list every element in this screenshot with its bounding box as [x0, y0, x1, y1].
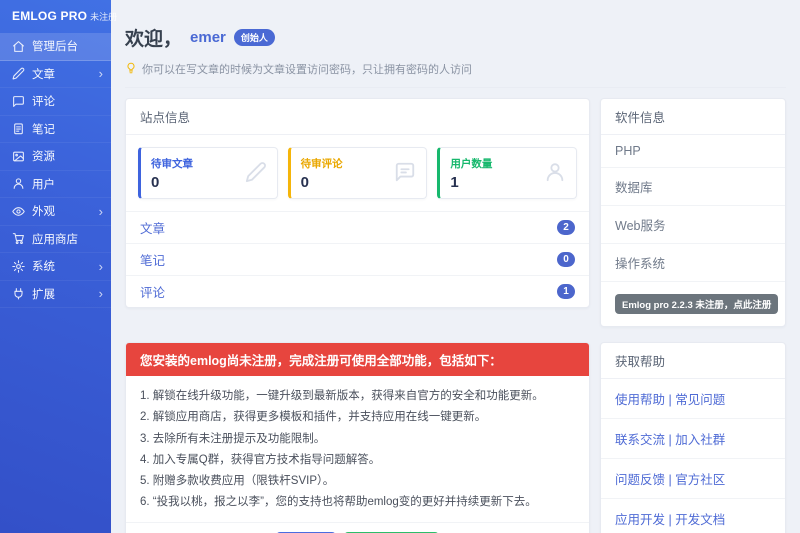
stat-row-label: 文章	[140, 218, 165, 237]
card-pending-articles[interactable]: 待审文章 0	[138, 147, 278, 199]
sidebar-item-dashboard[interactable]: 管理后台	[0, 33, 111, 61]
sidebar-nav: 管理后台 文章 › 评论 笔记 资源 用户 外观 ›	[0, 33, 111, 308]
appearance-icon	[12, 205, 25, 218]
sidebar-item-resources[interactable]: 资源	[0, 143, 111, 171]
notice-item: 1. 解锁在线升级功能，一键升级到最新版本，获得来自官方的安全和功能更新。	[140, 386, 575, 407]
help-title: 获取帮助	[601, 343, 785, 379]
extension-icon	[12, 287, 25, 300]
sidebar-item-notes[interactable]: 笔记	[0, 116, 111, 144]
brand-unregistered-badge: 未注册	[90, 12, 117, 22]
stat-cards: 待审文章 0 待审评论 0 用户数量 1	[126, 135, 589, 211]
brand: EMLOG PRO未注册	[0, 0, 111, 31]
sidebar-item-extensions[interactable]: 扩展 ›	[0, 281, 111, 309]
notice-item: 3. 去除所有未注册提示及功能限制。	[140, 429, 575, 450]
sidebar-item-label: 资源	[32, 148, 103, 164]
chevron-right-icon: ›	[99, 260, 103, 273]
resource-icon	[12, 150, 25, 163]
help-link-feedback[interactable]: 问题反馈 | 官方社区	[601, 459, 785, 499]
comment-icon	[394, 161, 416, 186]
count-badge: 0	[557, 252, 575, 267]
card-value: 1	[450, 174, 492, 191]
card-label: 待审评论	[301, 156, 343, 171]
stat-row-label: 笔记	[140, 250, 165, 269]
main-content: 欢迎， emer 创始人 你可以在写文章的时候为文章设置访问密码，只让拥有密码的…	[111, 0, 800, 533]
notice-title: 您安装的emlog尚未注册，完成注册可使用全部功能，包括如下：	[126, 343, 589, 376]
chevron-right-icon: ›	[99, 67, 103, 80]
info-row-database: 数据库	[601, 168, 785, 206]
card-text: 用户数量 1	[450, 156, 492, 191]
comment-icon	[12, 95, 25, 108]
info-row-web-server: Web服务	[601, 206, 785, 244]
sidebar-item-articles[interactable]: 文章 ›	[0, 61, 111, 89]
sidebar-item-comments[interactable]: 评论	[0, 88, 111, 116]
card-text: 待审文章 0	[151, 156, 193, 191]
card-value: 0	[301, 174, 343, 191]
notice-body: 1. 解锁在线升级功能，一键升级到最新版本，获得来自官方的安全和功能更新。 2.…	[126, 376, 589, 522]
sidebar-item-users[interactable]: 用户	[0, 171, 111, 199]
username-link[interactable]: emer	[190, 29, 226, 46]
welcome-row: 欢迎， emer 创始人	[125, 24, 786, 51]
software-info-title: 软件信息	[601, 99, 785, 135]
site-info-panel: 站点信息 待审文章 0 待审评论 0	[125, 98, 590, 308]
stat-row-notes[interactable]: 笔记 0	[126, 243, 589, 275]
help-panel: 获取帮助 使用帮助 | 常见问题 联系交流 | 加入社群 问题反馈 | 官方社区…	[600, 342, 786, 533]
dashboard-grid: 站点信息 待审文章 0 待审评论 0	[125, 98, 786, 533]
card-text: 待审评论 0	[301, 156, 343, 191]
help-link-usage[interactable]: 使用帮助 | 常见问题	[601, 379, 785, 419]
system-icon	[12, 260, 25, 273]
sidebar-item-label: 系统	[32, 258, 92, 274]
notice-footer: 去注册 获取注册码->	[126, 522, 589, 533]
sidebar-item-appearance[interactable]: 外观 ›	[0, 198, 111, 226]
card-pending-comments[interactable]: 待审评论 0	[288, 147, 428, 199]
notice-item: 4. 加入专属Q群，获得官方技术指导问题解答。	[140, 450, 575, 471]
site-info-title: 站点信息	[126, 99, 589, 135]
tip-row: 你可以在写文章的时候为文章设置访问密码，只让拥有密码的人访问	[125, 61, 786, 88]
sidebar-item-label: 评论	[32, 93, 103, 109]
role-badge: 创始人	[234, 29, 275, 46]
notice-item: 2. 解锁应用商店，获得更多模板和插件，并支持应用在线一键更新。	[140, 407, 575, 428]
sidebar-item-label: 应用商店	[32, 231, 103, 247]
sidebar-item-app-store[interactable]: 应用商店	[0, 226, 111, 254]
register-notice-panel: 您安装的emlog尚未注册，完成注册可使用全部功能，包括如下： 1. 解锁在线升…	[125, 342, 590, 533]
software-info-panel: 软件信息 PHP 数据库 Web服务 操作系统 Emlog pro 2.2.3 …	[600, 98, 786, 327]
card-user-count[interactable]: 用户数量 1	[437, 147, 577, 199]
article-icon	[12, 67, 25, 80]
stat-row-comments[interactable]: 评论 1	[126, 275, 589, 307]
store-icon	[12, 232, 25, 245]
card-value: 0	[151, 174, 193, 191]
chevron-right-icon: ›	[99, 205, 103, 218]
count-badge: 1	[557, 284, 575, 299]
sidebar-item-label: 笔记	[32, 121, 103, 137]
sidebar-item-system[interactable]: 系统 ›	[0, 253, 111, 281]
info-row-php: PHP	[601, 135, 785, 168]
sidebar-item-label: 扩展	[32, 286, 92, 302]
brand-name: EMLOG PRO	[12, 9, 87, 23]
dashboard-icon	[12, 40, 25, 53]
pencil-icon	[245, 161, 267, 186]
card-label: 用户数量	[450, 156, 492, 171]
help-link-dev-docs[interactable]: 应用开发 | 开发文档	[601, 499, 785, 533]
card-label: 待审文章	[151, 156, 193, 171]
version-register-badge[interactable]: Emlog pro 2.2.3 未注册，点此注册	[615, 294, 778, 314]
lightbulb-icon	[125, 62, 137, 77]
stat-row-articles[interactable]: 文章 2	[126, 211, 589, 243]
notice-item: 6. “投我以桃，报之以李”，您的支持也将帮助emlog变的更好并持续更新下去。	[140, 492, 575, 513]
note-icon	[12, 122, 25, 135]
sidebar-item-label: 管理后台	[32, 38, 103, 54]
user-icon	[544, 161, 566, 186]
sidebar-item-label: 文章	[32, 66, 92, 82]
sidebar-item-label: 用户	[32, 176, 103, 192]
help-link-contact[interactable]: 联系交流 | 加入社群	[601, 419, 785, 459]
page-title: 欢迎，	[125, 24, 182, 51]
notice-item: 5. 附赠多款收费应用（限铁杆SVIP）。	[140, 471, 575, 492]
count-badge: 2	[557, 220, 575, 235]
sidebar-item-label: 外观	[32, 203, 92, 219]
stat-row-label: 评论	[140, 282, 165, 301]
chevron-right-icon: ›	[99, 287, 103, 300]
tip-text: 你可以在写文章的时候为文章设置访问密码，只让拥有密码的人访问	[142, 61, 472, 77]
sidebar: EMLOG PRO未注册 管理后台 文章 › 评论 笔记 资源 用户	[0, 0, 111, 533]
user-icon	[12, 177, 25, 190]
info-row-os: 操作系统	[601, 244, 785, 282]
